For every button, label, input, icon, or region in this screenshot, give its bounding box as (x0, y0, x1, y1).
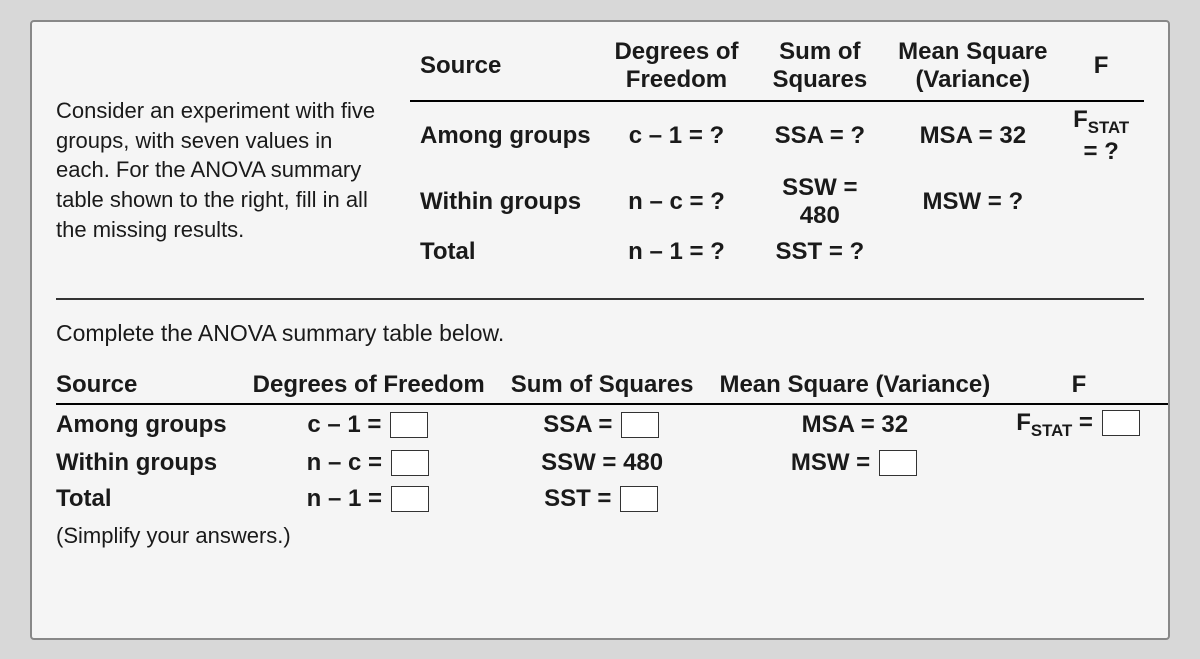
simplify-note: (Simplify your answers.) (56, 523, 1144, 549)
instruction-text: Complete the ANOVA summary table below. (56, 320, 1144, 347)
f-letter: F (1016, 409, 1031, 436)
fillable-anova-table: Source Degrees of Freedom Sum of Squares… (56, 367, 1144, 549)
section-divider (56, 298, 1144, 300)
ref-hdr-source: Source (410, 34, 601, 101)
input-fstat[interactable] (1102, 410, 1140, 436)
fill-total-ss: SST = (511, 481, 720, 517)
ref-hdr-f: F (1058, 34, 1144, 101)
f-letter: F (1073, 106, 1088, 133)
f-suffix: = ? (1083, 138, 1118, 165)
fill-among-label: Among groups (56, 404, 253, 445)
fill-row-within: Within groups n – c = SSW = 480 MSW = (56, 445, 1168, 481)
fill-among-ss: SSA = (511, 404, 720, 445)
fill-among-ms: MSA = 32 (719, 404, 1016, 445)
ref-within-ms: MSW = ? (887, 170, 1058, 234)
ref-hdr-df: Degrees of Freedom (601, 34, 753, 101)
ref-among-ms: MSA = 32 (887, 101, 1058, 170)
intro-text: Consider an experiment with five groups,… (56, 34, 386, 270)
input-n-minus-c[interactable] (391, 450, 429, 476)
fill-hdr-df: Degrees of Freedom (253, 367, 511, 404)
fill-within-df: n – c = (253, 445, 511, 481)
df-prefix: n – c = (307, 449, 382, 476)
fill-within-ss: SSW = 480 (511, 445, 720, 481)
fill-within-label: Within groups (56, 445, 253, 481)
fill-row-total: Total n – 1 = SST = (56, 481, 1168, 517)
f-subscript: STAT (1031, 421, 1072, 440)
problem-panel: Consider an experiment with five groups,… (30, 20, 1170, 640)
fill-row-among: Among groups c – 1 = SSA = MSA = 32 FSTA… (56, 404, 1168, 445)
top-row: Consider an experiment with five groups,… (56, 34, 1144, 270)
ref-total-label: Total (410, 234, 601, 270)
input-c-minus-1[interactable] (390, 412, 428, 438)
df-prefix: c – 1 = (307, 411, 381, 438)
input-n-minus-1[interactable] (391, 486, 429, 512)
ref-row-within: Within groups n – c = ? SSW = 480 MSW = … (410, 170, 1144, 234)
fill-total-df: n – 1 = (253, 481, 511, 517)
ref-row-among: Among groups c – 1 = ? SSA = ? MSA = 32 … (410, 101, 1144, 170)
ss-prefix: SST = (544, 485, 611, 512)
ref-total-ss: SST = ? (752, 234, 887, 270)
fill-within-ms: MSW = (719, 445, 1016, 481)
ref-among-f: FSTAT = ? (1058, 101, 1144, 170)
f-eq: = (1072, 409, 1093, 436)
ss-prefix: SSA = (543, 411, 612, 438)
ms-prefix: MSW = (791, 449, 870, 476)
fill-among-df: c – 1 = (253, 404, 511, 445)
ref-hdr-ss: Sum of Squares (752, 34, 887, 101)
input-ssa[interactable] (621, 412, 659, 438)
reference-anova-table: Source Degrees of Freedom Sum of Squares… (410, 34, 1144, 270)
ref-among-ss: SSA = ? (752, 101, 887, 170)
ref-among-label: Among groups (410, 101, 601, 170)
fill-hdr-f: F (1016, 367, 1167, 404)
ref-among-df: c – 1 = ? (601, 101, 753, 170)
input-msw[interactable] (879, 450, 917, 476)
fill-hdr-ms: Mean Square (Variance) (719, 367, 1016, 404)
fill-hdr-ss: Sum of Squares (511, 367, 720, 404)
fill-total-label: Total (56, 481, 253, 517)
f-subscript: STAT (1088, 118, 1129, 137)
df-prefix: n – 1 = (307, 485, 382, 512)
ref-within-ss: SSW = 480 (752, 170, 887, 234)
ref-hdr-ms: Mean Square (Variance) (887, 34, 1058, 101)
ref-row-total: Total n – 1 = ? SST = ? (410, 234, 1144, 270)
ref-within-label: Within groups (410, 170, 601, 234)
ref-total-df: n – 1 = ? (601, 234, 753, 270)
fill-hdr-source: Source (56, 367, 253, 404)
input-sst[interactable] (620, 486, 658, 512)
ref-within-df: n – c = ? (601, 170, 753, 234)
fill-among-f: FSTAT = (1016, 404, 1167, 445)
